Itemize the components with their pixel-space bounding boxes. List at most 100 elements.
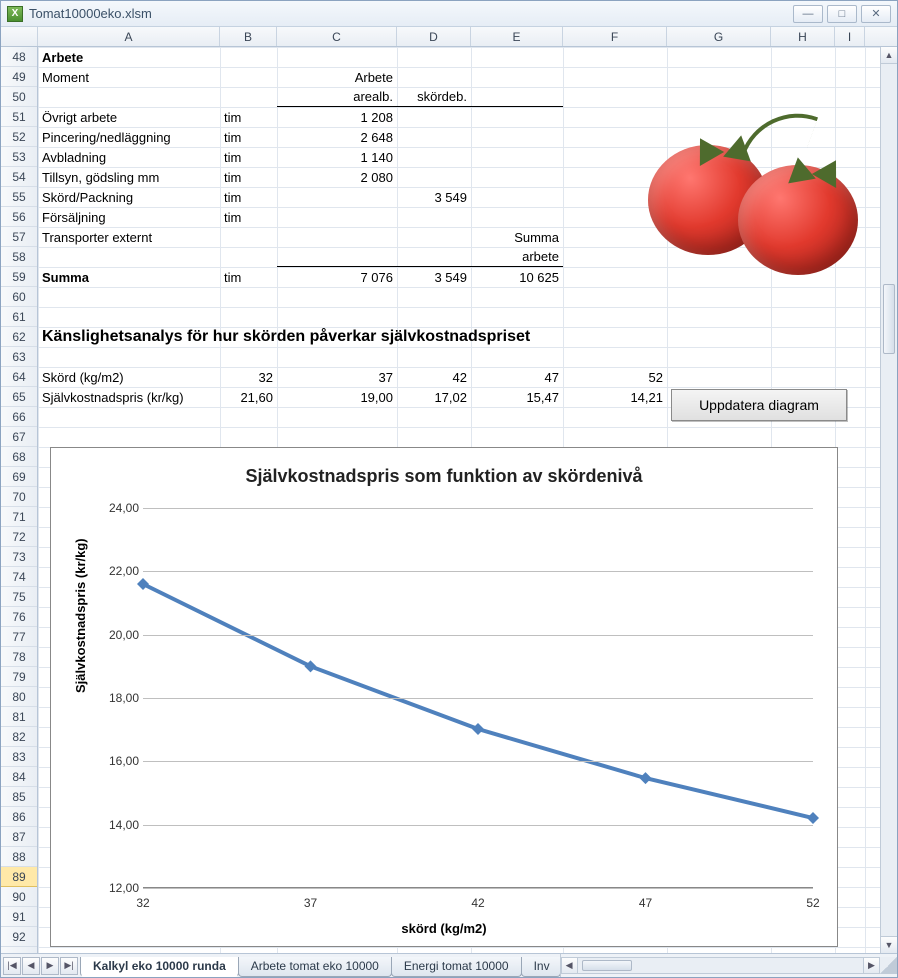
tab-first-icon[interactable]: |◀ [3,957,21,975]
row-header[interactable]: 66 [1,407,37,427]
scrollbar-thumb[interactable] [883,284,895,354]
cell[interactable]: 42 [397,367,471,387]
cell[interactable]: 2 080 [277,167,397,187]
row-header[interactable]: 53 [1,147,37,167]
cell[interactable]: 21,60 [220,387,277,407]
cell[interactable]: arbete [471,247,563,267]
row-header[interactable]: 62 [1,327,37,347]
cell[interactable]: 1 140 [277,147,397,167]
vertical-scrollbar[interactable]: ▲ ▼ [880,47,897,953]
cell[interactable] [220,227,277,247]
row-header[interactable]: 64 [1,367,37,387]
row-header[interactable]: 54 [1,167,37,187]
row-header[interactable]: 85 [1,787,37,807]
cell[interactable]: 19,00 [277,387,397,407]
cell[interactable] [397,167,471,187]
row-headers[interactable]: 4849505152535455565758596061626364656667… [1,47,38,953]
cell[interactable]: Avbladning [38,147,220,167]
scroll-left-icon[interactable]: ◀ [561,957,578,974]
cell[interactable] [277,227,397,247]
cell[interactable] [397,127,471,147]
cell[interactable]: Självkostnadspris (kr/kg) [38,387,220,407]
resize-grip-icon[interactable] [880,957,897,974]
row-header[interactable]: 71 [1,507,37,527]
col-header[interactable]: H [771,27,835,46]
sheet-tab[interactable]: Inv [521,957,560,977]
row-header[interactable]: 72 [1,527,37,547]
row-header[interactable]: 88 [1,847,37,867]
row-header[interactable]: 69 [1,467,37,487]
cell[interactable]: 2 648 [277,127,397,147]
cell[interactable] [397,107,471,127]
cell[interactable] [277,187,397,207]
row-header[interactable]: 73 [1,547,37,567]
row-header[interactable]: 70 [1,487,37,507]
row-header[interactable]: 55 [1,187,37,207]
sheet-tab[interactable]: Arbete tomat eko 10000 [238,957,392,977]
col-header[interactable]: C [277,27,397,46]
col-header[interactable]: G [667,27,771,46]
cell[interactable]: Tillsyn, gödsling mm [38,167,220,187]
cell[interactable] [397,147,471,167]
cell[interactable]: Transporter externt [38,227,220,247]
tab-next-icon[interactable]: ▶ [41,957,59,975]
tab-last-icon[interactable]: ▶| [60,957,78,975]
row-header[interactable]: 57 [1,227,37,247]
row-header[interactable]: 58 [1,247,37,267]
row-header[interactable]: 67 [1,427,37,447]
cell[interactable]: Övrigt arbete [38,107,220,127]
row-header[interactable]: 90 [1,887,37,907]
cell[interactable]: tim [220,107,277,127]
col-header[interactable]: F [563,27,667,46]
cell[interactable]: 52 [563,367,667,387]
titlebar[interactable]: Tomat10000eko.xlsm — □ ✕ [1,1,897,27]
cell[interactable] [397,207,471,227]
row-header[interactable]: 86 [1,807,37,827]
minimize-button[interactable]: — [793,5,823,23]
row-header[interactable]: 63 [1,347,37,367]
cell[interactable]: 1 208 [277,107,397,127]
cell[interactable]: 7 076 [277,267,397,287]
cell[interactable]: 17,02 [397,387,471,407]
column-headers[interactable]: A B C D E F G H I [1,27,897,47]
row-header[interactable]: 74 [1,567,37,587]
select-all-corner[interactable] [1,27,38,46]
scrollbar-track[interactable] [881,64,897,936]
scrollbar-thumb[interactable] [582,960,632,971]
cell[interactable]: tim [220,147,277,167]
row-header[interactable]: 84 [1,767,37,787]
row-header[interactable]: 91 [1,907,37,927]
row-header[interactable]: 83 [1,747,37,767]
cell[interactable]: Summa [471,227,563,247]
row-header[interactable]: 48 [1,47,37,67]
row-header[interactable]: 76 [1,607,37,627]
cell[interactable]: tim [220,267,277,287]
col-header[interactable]: E [471,27,563,46]
cell[interactable]: tim [220,127,277,147]
cell[interactable] [277,207,397,227]
cell[interactable]: 47 [471,367,563,387]
row-header[interactable]: 60 [1,287,37,307]
cell[interactable]: Skörd (kg/m2) [38,367,220,387]
row-header[interactable]: 80 [1,687,37,707]
row-header[interactable]: 61 [1,307,37,327]
row-header[interactable]: 89 [1,867,37,887]
cell[interactable]: tim [220,187,277,207]
row-header[interactable]: 52 [1,127,37,147]
maximize-button[interactable]: □ [827,5,857,23]
scrollbar-track[interactable] [578,957,863,974]
row-header[interactable]: 68 [1,447,37,467]
row-header[interactable]: 49 [1,67,37,87]
scroll-down-icon[interactable]: ▼ [881,936,897,953]
row-header[interactable]: 75 [1,587,37,607]
worksheet-cells[interactable]: Arbete Moment Arbete arealb. skördeb. [38,47,880,953]
tab-prev-icon[interactable]: ◀ [22,957,40,975]
update-chart-button[interactable]: Uppdatera diagram [671,389,847,421]
row-header[interactable]: 81 [1,707,37,727]
row-header[interactable]: 87 [1,827,37,847]
row-header[interactable]: 51 [1,107,37,127]
scroll-right-icon[interactable]: ▶ [863,957,880,974]
cell[interactable] [397,227,471,247]
row-header[interactable]: 50 [1,87,37,107]
sheet-tab-active[interactable]: Kalkyl eko 10000 runda [80,957,239,977]
